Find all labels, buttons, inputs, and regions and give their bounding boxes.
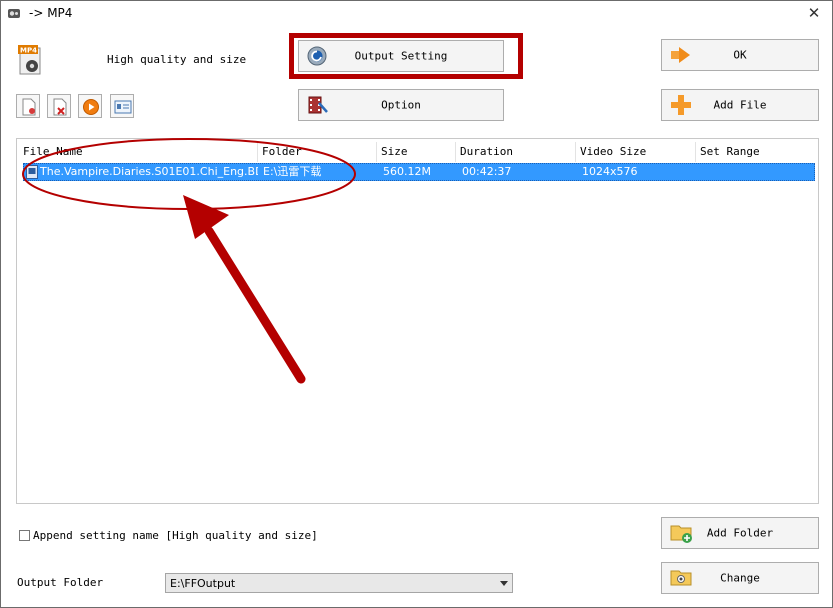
append-setting-checkbox[interactable] [19, 530, 30, 541]
svg-text:MP4: MP4 [20, 47, 37, 55]
info-tool-button[interactable] [110, 94, 134, 118]
annotation-arrow [183, 195, 306, 384]
append-setting-label: Append setting name [High quality and si… [33, 529, 318, 542]
add-file-button[interactable]: Add File [661, 89, 819, 121]
highlight-annotation-box [289, 33, 523, 79]
info-card-icon [114, 100, 132, 114]
cell-duration: 00:42:37 [462, 165, 512, 178]
change-label: Change [720, 571, 760, 585]
cell-set-range [702, 164, 812, 180]
profile-quality-label: High quality and size [107, 53, 247, 66]
new-file-tool-button[interactable] [16, 94, 40, 118]
add-folder-button[interactable]: Add Folder [661, 517, 819, 549]
play-icon [83, 99, 99, 115]
change-button[interactable]: Change [661, 562, 819, 594]
column-size[interactable]: Size [377, 142, 456, 162]
column-set-range[interactable]: Set Range [696, 142, 818, 162]
ok-button[interactable]: OK [661, 39, 819, 71]
chevron-down-icon [500, 581, 508, 586]
column-duration[interactable]: Duration [456, 142, 576, 162]
mp4-format-icon: MP4 [18, 45, 41, 75]
app-icon [8, 9, 20, 18]
output-folder-select[interactable]: E:\FFOutput [165, 573, 513, 593]
option-button[interactable]: Option [298, 89, 504, 121]
window-title: -> MP4 [29, 6, 73, 20]
close-icon: ✕ [807, 4, 821, 22]
remove-file-icon [53, 98, 67, 116]
close-button[interactable]: ✕ [802, 3, 826, 23]
cell-size: 560.12M [383, 165, 431, 178]
output-folder-value: E:\FFOutput [170, 577, 236, 590]
converter-window: -> MP4 ✕ MP4 High quality and size Outpu… [0, 0, 833, 608]
cell-video-size: 1024x576 [582, 165, 638, 178]
add-file-label: Add File [713, 98, 767, 112]
ok-label: OK [733, 48, 747, 62]
option-label: Option [381, 98, 421, 112]
file-red-icon [22, 98, 36, 116]
title-bar: -> MP4 ✕ [1, 1, 832, 27]
play-tool-button[interactable] [78, 94, 102, 118]
column-video-size[interactable]: Video Size [576, 142, 696, 162]
remove-file-tool-button[interactable] [47, 94, 71, 118]
output-folder-label: Output Folder [17, 576, 104, 589]
add-folder-label: Add Folder [706, 526, 774, 540]
